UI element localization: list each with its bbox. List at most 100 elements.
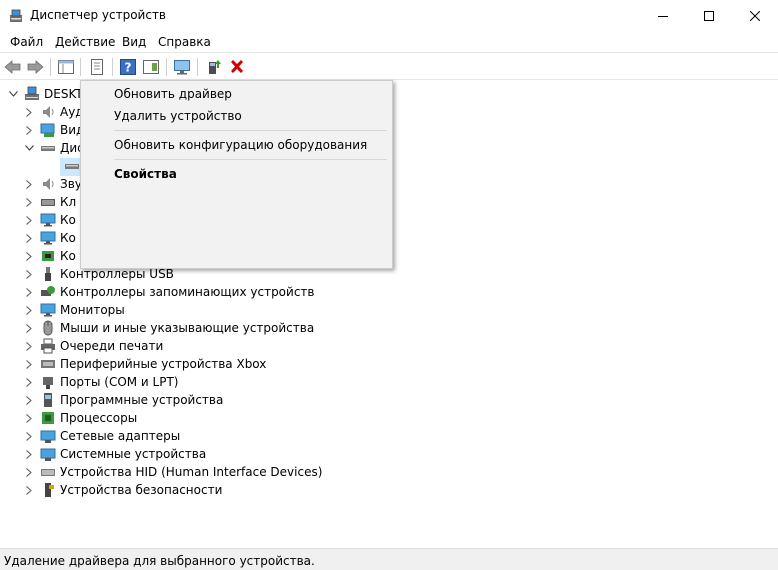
chevron-right-icon[interactable] — [24, 359, 34, 369]
chevron-right-icon[interactable] — [24, 431, 34, 441]
chevron-right-icon[interactable] — [24, 269, 34, 279]
chevron-right-icon[interactable] — [24, 287, 34, 297]
chevron-right-icon[interactable] — [24, 125, 34, 135]
mouse-icon — [40, 320, 56, 336]
tree-category-item[interactable]: Ко — [24, 211, 76, 229]
tree-category-item[interactable]: Контроллеры запоминающих устройств — [24, 283, 314, 301]
speaker-icon — [40, 176, 56, 192]
back-arrow-icon — [4, 60, 21, 74]
help-icon: ? — [120, 59, 136, 75]
window-title: Диспетчер устройств — [30, 8, 167, 22]
ctx-uninstall-device[interactable]: Удалить устройство — [114, 109, 242, 123]
tree-category-item[interactable]: Периферийные устройства Xbox — [24, 355, 266, 373]
display-adapter-icon — [40, 122, 56, 138]
maximize-button[interactable] — [686, 0, 732, 32]
tree-category-item[interactable]: Зву — [24, 175, 82, 193]
close-button[interactable] — [732, 0, 778, 32]
minimize-button[interactable] — [640, 0, 686, 32]
tree-category-item[interactable]: Сетевые адаптеры — [24, 427, 180, 445]
context-menu: Обновить драйвер Удалить устройство Обно… — [80, 80, 393, 269]
tree-item-label: Очереди печати — [60, 339, 164, 353]
tree-item-label: Мыши и иные указывающие устройства — [60, 321, 315, 335]
show-hide-console-tree-button[interactable] — [56, 57, 76, 77]
scan-hardware-button[interactable] — [172, 57, 192, 77]
security-icon — [40, 482, 56, 498]
tree-item-label: Устройства безопасности — [60, 483, 223, 497]
tree-item-label: Мониторы — [60, 303, 125, 317]
tree-category-item[interactable]: Очереди печати — [24, 337, 163, 355]
chevron-down-icon[interactable] — [8, 89, 18, 99]
tree-category-item[interactable]: Мониторы — [24, 301, 125, 319]
tree-item-label: Ко — [60, 213, 76, 227]
chevron-right-icon[interactable] — [24, 467, 34, 477]
monitor-scan-icon — [174, 60, 190, 75]
tree-category-item[interactable]: Мыши и иные указывающие устройства — [24, 319, 314, 337]
tree-item-label: Сетевые адаптеры — [60, 429, 181, 443]
forward-button[interactable] — [25, 57, 45, 77]
network-icon — [40, 428, 56, 444]
disk-icon — [64, 158, 80, 174]
tree-item-label: Периферийные устройства Xbox — [60, 357, 267, 371]
tree-item-label: Порты (COM и LPT) — [60, 375, 179, 389]
action-pane-button[interactable] — [141, 57, 161, 77]
chevron-right-icon[interactable] — [24, 251, 34, 261]
system-device-icon — [40, 446, 56, 462]
chevron-right-icon[interactable] — [24, 215, 34, 225]
tree-category-item[interactable]: Кл — [24, 193, 76, 211]
tree-category-item[interactable]: Ко — [24, 229, 76, 247]
tree-category-item[interactable]: Процессоры — [24, 409, 137, 427]
tree-category-item[interactable]: Порты (COM и LPT) — [24, 373, 178, 391]
software-device-icon — [40, 392, 56, 408]
back-button[interactable] — [3, 57, 23, 77]
menu-view[interactable]: Вид — [122, 35, 146, 49]
status-text: Удаление драйвера для выбранного устройс… — [4, 554, 315, 568]
chevron-right-icon[interactable] — [24, 341, 34, 351]
tree-category-item[interactable]: Устройства HID (Human Interface Devices) — [24, 463, 322, 481]
menu-help[interactable]: Справка — [158, 35, 211, 49]
chevron-right-icon[interactable] — [24, 233, 34, 243]
chevron-right-icon[interactable] — [24, 449, 34, 459]
tree-item-label: Устройства HID (Human Interface Devices) — [60, 465, 323, 479]
tree-category-item[interactable]: Системные устройства — [24, 445, 206, 463]
toolbar-separator — [197, 58, 198, 76]
chevron-right-icon[interactable] — [24, 305, 34, 315]
port-icon — [40, 374, 56, 390]
maximize-icon — [704, 11, 714, 21]
uninstall-device-button[interactable] — [227, 57, 247, 77]
tree-category-item[interactable]: Устройства безопасности — [24, 481, 222, 499]
ctx-separator — [114, 130, 387, 131]
chevron-right-icon[interactable] — [24, 323, 34, 333]
ctx-update-driver[interactable]: Обновить драйвер — [114, 87, 232, 101]
menu-action[interactable]: Действие — [55, 35, 115, 49]
chevron-right-icon[interactable] — [24, 413, 34, 423]
chevron-down-icon[interactable] — [24, 143, 34, 153]
tree-child-item[interactable] — [48, 157, 84, 175]
ctx-separator — [114, 159, 387, 160]
chevron-right-icon[interactable] — [24, 179, 34, 189]
update-driver-button[interactable] — [204, 57, 224, 77]
properties-sheet-icon — [91, 59, 103, 75]
chevron-right-icon[interactable] — [24, 485, 34, 495]
status-bar: Удаление драйвера для выбранного устройс… — [0, 548, 778, 570]
console-tree-icon — [58, 60, 74, 74]
device-manager-icon — [9, 9, 23, 23]
toolbar-separator — [50, 58, 51, 76]
ctx-scan-hardware[interactable]: Обновить конфигурацию оборудования — [114, 138, 367, 152]
computer-icon — [24, 86, 40, 102]
chevron-right-icon[interactable] — [24, 395, 34, 405]
tree-item-label: Ко — [60, 249, 76, 263]
minimize-icon — [658, 16, 668, 17]
properties-button[interactable] — [87, 57, 107, 77]
chevron-right-icon[interactable] — [24, 377, 34, 387]
chevron-right-icon[interactable] — [24, 197, 34, 207]
monitor-icon — [40, 302, 56, 318]
menu-file[interactable]: Файл — [10, 35, 43, 49]
tree-item-label: Контроллеры USB — [60, 267, 174, 281]
tree-item-label: Зву — [60, 177, 82, 191]
tree-category-item[interactable]: Программные устройства — [24, 391, 223, 409]
tree-category-item[interactable]: Ко — [24, 247, 76, 265]
help-button[interactable]: ? — [118, 57, 138, 77]
chevron-right-icon[interactable] — [24, 107, 34, 117]
ctx-properties[interactable]: Свойства — [114, 167, 177, 181]
menu-bar: Файл Действие Вид Справка — [0, 32, 778, 53]
